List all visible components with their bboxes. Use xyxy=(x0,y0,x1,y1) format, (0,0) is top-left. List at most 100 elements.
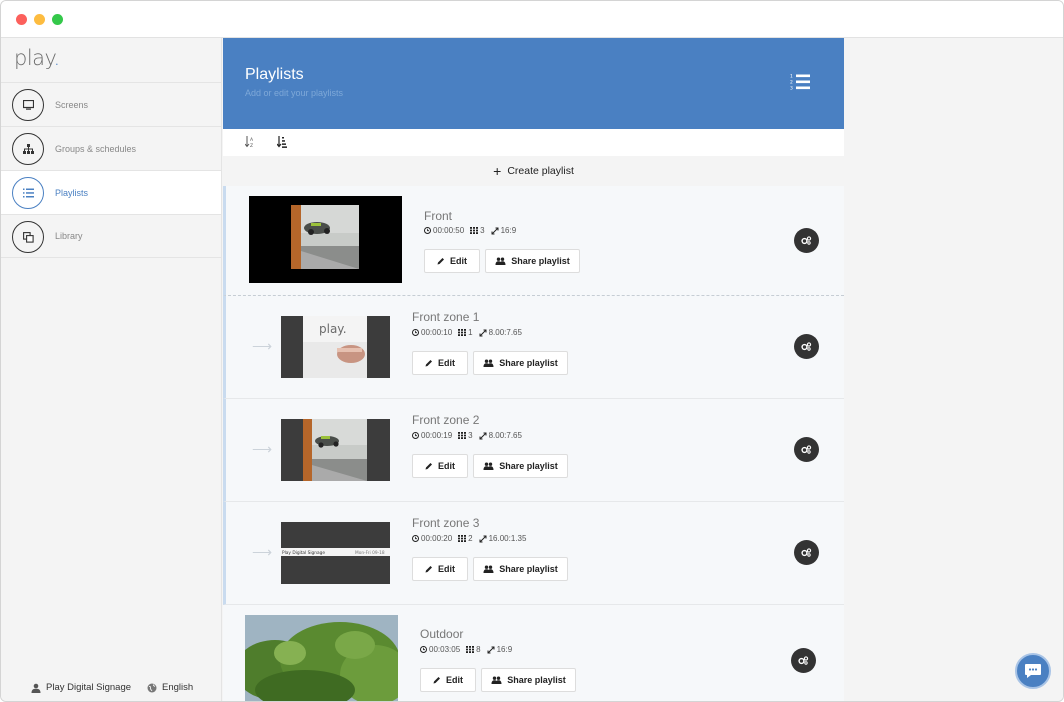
svg-text:play.: play. xyxy=(319,322,347,336)
grid-icon xyxy=(470,227,479,234)
account-link[interactable]: Play Digital Signage xyxy=(31,682,131,693)
share-playlist-button[interactable]: Share playlist xyxy=(473,454,568,478)
app-logo[interactable]: play. xyxy=(14,46,60,70)
chat-support-button[interactable] xyxy=(1015,653,1051,689)
playlist-meta: 00:00:19 3 8.00:7.65 xyxy=(412,431,528,440)
sidebar-item-playlists[interactable]: Playlists xyxy=(1,170,221,214)
clock-icon xyxy=(424,227,431,234)
playlist-row-front-zone-3[interactable]: ⟶ Play Digital Signage Mon-Fri 09-18 Fro… xyxy=(223,502,844,605)
list-icon xyxy=(12,177,44,209)
sidebar-item-library[interactable]: Library xyxy=(1,214,221,258)
gears-icon xyxy=(801,548,812,557)
share-playlist-button[interactable]: Share playlist xyxy=(481,668,576,692)
edit-button[interactable]: Edit xyxy=(412,557,468,581)
share-playlist-button[interactable]: Share playlist xyxy=(473,351,568,375)
close-window-button[interactable] xyxy=(16,14,27,25)
edit-button[interactable]: Edit xyxy=(424,249,480,273)
sidebar-item-groups-schedules[interactable]: Groups & schedules xyxy=(1,126,221,170)
playlist-settings-button[interactable] xyxy=(794,334,819,359)
share-playlist-button[interactable]: Share playlist xyxy=(485,249,580,273)
pencil-icon xyxy=(433,677,440,684)
main-content: Playlists Add or edit your playlists 123… xyxy=(223,38,844,701)
page-header: Playlists Add or edit your playlists 123 xyxy=(223,38,844,129)
expand-icon xyxy=(479,535,487,542)
sidebar-item-label: Screens xyxy=(55,99,89,110)
maximize-window-button[interactable] xyxy=(52,14,63,25)
gears-icon xyxy=(798,656,809,665)
playlist-list: Front 00:00:50 3 16:9 Edit Share playlis… xyxy=(223,186,844,701)
grid-icon xyxy=(466,646,475,653)
sidebar-footer: Play Digital Signage English xyxy=(31,682,209,693)
sort-alpha-icon[interactable]: AZ xyxy=(244,135,255,153)
users-icon xyxy=(483,565,494,573)
expand-icon xyxy=(479,432,487,439)
grid-icon xyxy=(458,329,467,336)
sidebar: play. Screens Groups & schedules Playlis… xyxy=(1,38,222,701)
chat-icon xyxy=(1025,664,1041,678)
playlist-meta: 00:00:10 1 8.00:7.65 xyxy=(412,328,528,337)
svg-text:1: 1 xyxy=(790,74,793,80)
sidebar-item-label: Playlists xyxy=(55,187,89,198)
playlist-row-outdoor[interactable]: Outdoor 00:03:05 8 16:9 Edit Share playl… xyxy=(223,605,844,701)
gears-icon xyxy=(801,236,812,245)
sidebar-item-screens[interactable]: Screens xyxy=(1,82,221,126)
edit-button[interactable]: Edit xyxy=(412,351,468,375)
language-label: English xyxy=(162,682,194,693)
playlist-thumbnail: play. xyxy=(281,316,390,378)
playlist-thumbnail: Play Digital Signage Mon-Fri 09-18 xyxy=(281,522,390,584)
title-bar xyxy=(1,1,1063,38)
playlist-thumbnail xyxy=(245,615,398,701)
account-name: Play Digital Signage xyxy=(46,682,132,693)
playlist-thumbnail xyxy=(249,196,402,283)
expand-icon xyxy=(487,646,495,653)
svg-text:3: 3 xyxy=(790,86,793,92)
gears-icon xyxy=(801,445,812,454)
plus-icon: + xyxy=(493,163,502,179)
clock-icon xyxy=(412,432,419,439)
monitor-icon xyxy=(12,89,44,121)
playlist-settings-button[interactable] xyxy=(794,228,819,253)
page-title: Playlists xyxy=(245,66,304,83)
playlist-row-front[interactable]: Front 00:00:50 3 16:9 Edit Share playlis… xyxy=(223,186,844,296)
playlist-settings-button[interactable] xyxy=(791,648,816,673)
arrow-right-icon: ⟶ xyxy=(252,441,273,457)
expand-icon xyxy=(479,329,487,336)
language-selector[interactable]: English xyxy=(147,682,193,693)
clock-icon xyxy=(412,329,419,336)
expand-icon xyxy=(491,227,499,234)
svg-text:Play Digital Signage: Play Digital Signage xyxy=(282,550,325,556)
grid-icon xyxy=(458,535,467,542)
sort-amount-icon[interactable] xyxy=(276,135,287,153)
edit-button[interactable]: Edit xyxy=(412,454,468,478)
minimize-window-button[interactable] xyxy=(34,14,45,25)
sidebar-item-label: Groups & schedules xyxy=(55,143,137,154)
playlist-meta: 00:00:20 2 16.00:1.35 xyxy=(412,534,532,543)
playlist-thumbnail xyxy=(281,419,390,481)
playlist-title: Front zone 3 xyxy=(412,516,480,530)
users-icon xyxy=(491,676,502,684)
right-empty-area xyxy=(844,38,1063,701)
arrow-right-icon: ⟶ xyxy=(252,544,273,560)
sidebar-item-label: Library xyxy=(55,231,83,241)
svg-text:2: 2 xyxy=(790,80,793,86)
create-playlist-button[interactable]: + Create playlist xyxy=(223,156,844,186)
playlist-title: Front zone 2 xyxy=(412,413,480,427)
playlist-row-front-zone-2[interactable]: ⟶ Front zone 2 00:00:19 3 8.00:7.65 Edit… xyxy=(223,399,844,502)
playlist-meta: 00:00:50 3 16:9 xyxy=(424,226,522,235)
edit-button[interactable]: Edit xyxy=(420,668,476,692)
ordered-list-icon[interactable]: 123 xyxy=(790,73,810,96)
playlist-settings-button[interactable] xyxy=(794,540,819,565)
users-icon xyxy=(483,462,494,470)
users-icon xyxy=(483,359,494,367)
playlist-meta: 00:03:05 8 16:9 xyxy=(420,645,518,654)
users-icon xyxy=(495,257,506,265)
page-subtitle: Add or edit your playlists xyxy=(245,88,344,98)
playlist-row-front-zone-1[interactable]: ⟶ play. Front zone 1 00:00:10 1 8.00:7.6… xyxy=(223,296,844,399)
playlist-settings-button[interactable] xyxy=(794,437,819,462)
svg-text:A: A xyxy=(250,137,254,143)
svg-text:Z: Z xyxy=(250,143,253,148)
create-playlist-label: Create playlist xyxy=(507,165,574,177)
svg-text:Mon-Fri 09-18: Mon-Fri 09-18 xyxy=(355,550,385,556)
pencil-icon xyxy=(437,258,444,265)
share-playlist-button[interactable]: Share playlist xyxy=(473,557,568,581)
